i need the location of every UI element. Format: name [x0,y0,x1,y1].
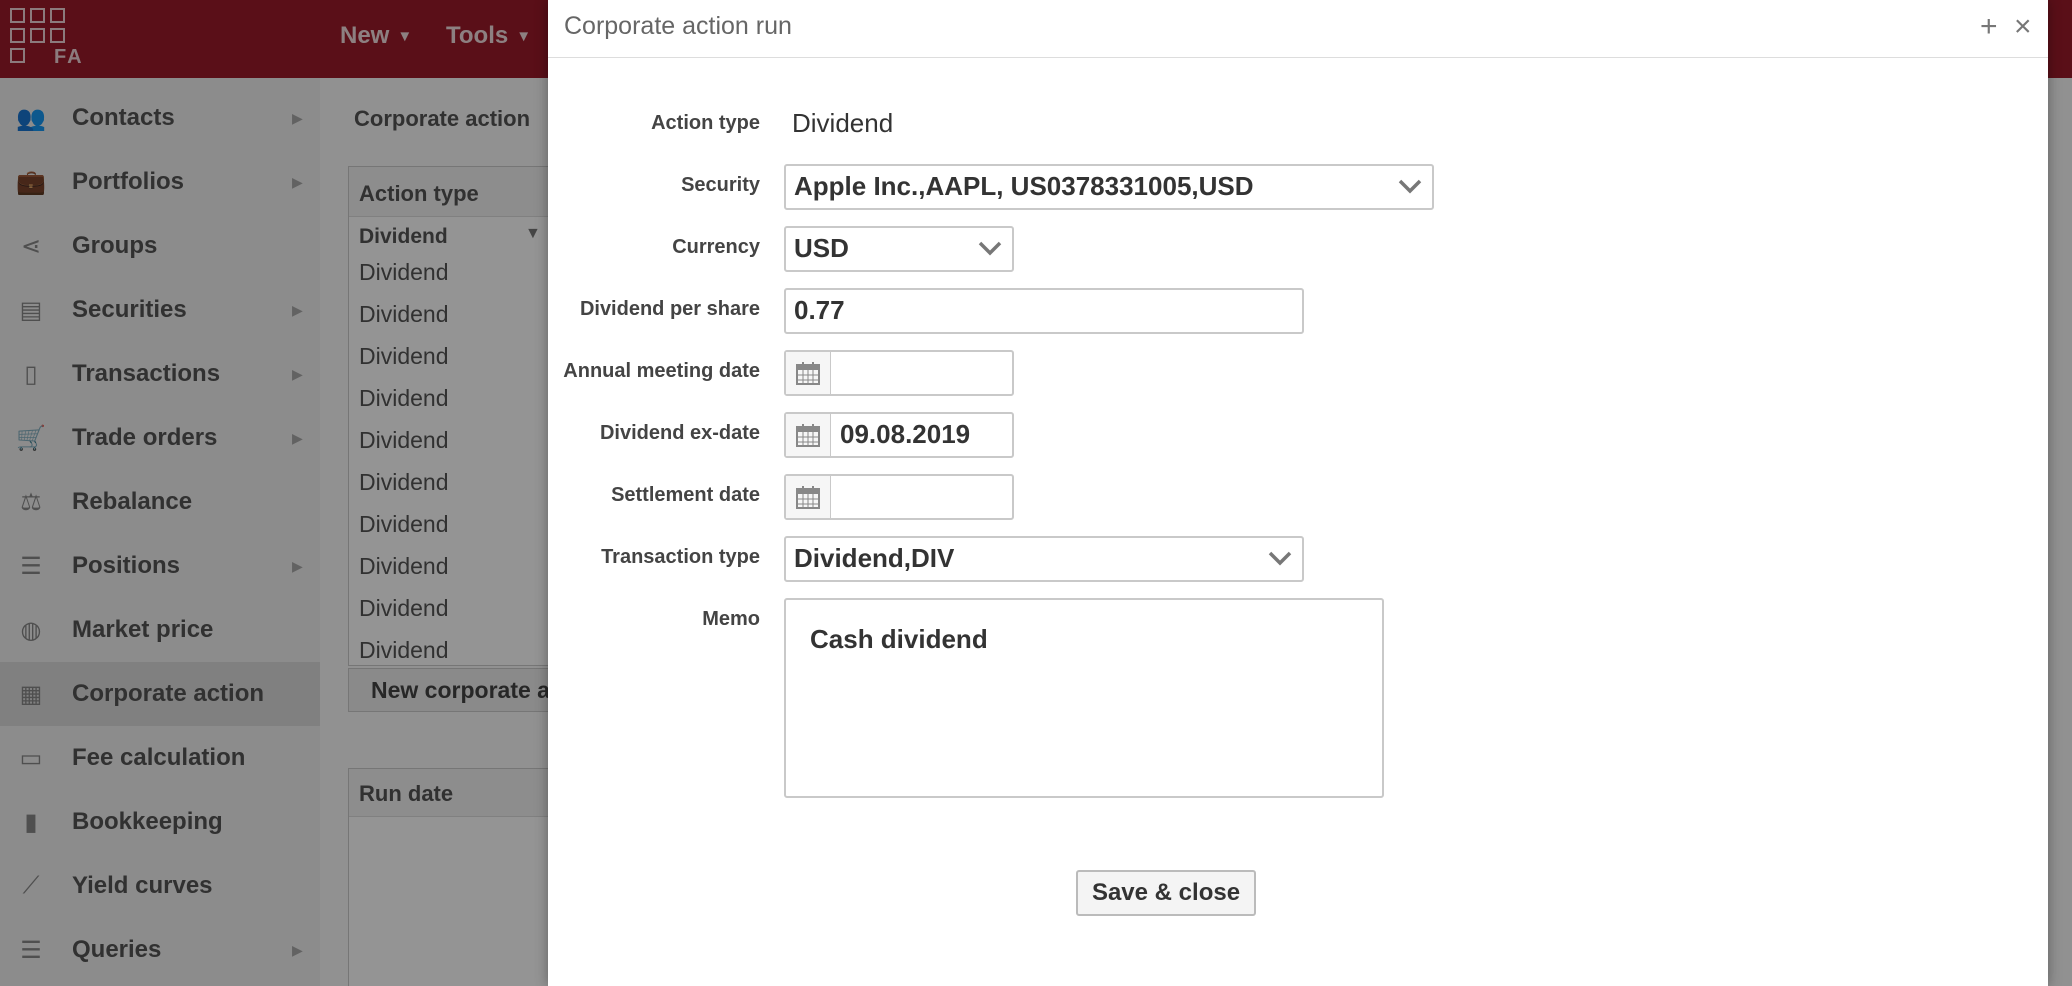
dividend-ex-date-input[interactable]: 09.08.2019 [784,412,1014,458]
calendar-icon[interactable] [786,476,831,518]
corporate-action-run-dialog: Corporate action run + × Action type Div… [548,0,2048,986]
dividend-per-share-value: 0.77 [794,295,845,325]
transaction-type-select[interactable]: Dividend,DIV [784,536,1304,582]
annual-meeting-date-label: Annual meeting date [563,360,760,382]
calendar-icon[interactable] [786,352,831,394]
dialog-header: Corporate action run + × [548,0,2048,58]
memo-textarea[interactable]: Cash dividend [784,598,1384,798]
dividend-ex-date-value: 09.08.2019 [840,419,971,449]
currency-select[interactable]: USD [784,226,1014,272]
chevron-down-icon [1268,551,1292,566]
save-and-close-button[interactable]: Save & close [1076,870,1256,916]
calendar-icon[interactable] [786,414,831,456]
chevron-down-icon [978,241,1002,256]
action-type-value: Dividend [792,108,894,138]
settlement-date-input[interactable] [784,474,1014,520]
transaction-type-label: Transaction type [601,546,760,568]
memo-label: Memo [702,608,760,630]
action-type-label: Action type [651,112,760,134]
security-label: Security [681,174,760,196]
dialog-title: Corporate action run [564,12,792,40]
settlement-date-label: Settlement date [611,484,760,506]
annual-meeting-date-input[interactable] [784,350,1014,396]
chevron-down-icon [1398,179,1422,194]
dividend-per-share-label: Dividend per share [579,298,760,320]
dividend-ex-date-label: Dividend ex-date [599,422,760,444]
security-value: Apple Inc.,AAPL, US0378331005,USD [794,171,1254,201]
dividend-per-share-input[interactable]: 0.77 [784,288,1304,334]
memo-value: Cash dividend [810,624,988,654]
transaction-type-value: Dividend,DIV [794,543,955,573]
currency-label: Currency [672,236,760,258]
maximize-icon[interactable]: + [1980,10,1998,44]
currency-value: USD [794,233,849,263]
security-select[interactable]: Apple Inc.,AAPL, US0378331005,USD [784,164,1434,210]
close-icon[interactable]: × [2014,10,2032,44]
